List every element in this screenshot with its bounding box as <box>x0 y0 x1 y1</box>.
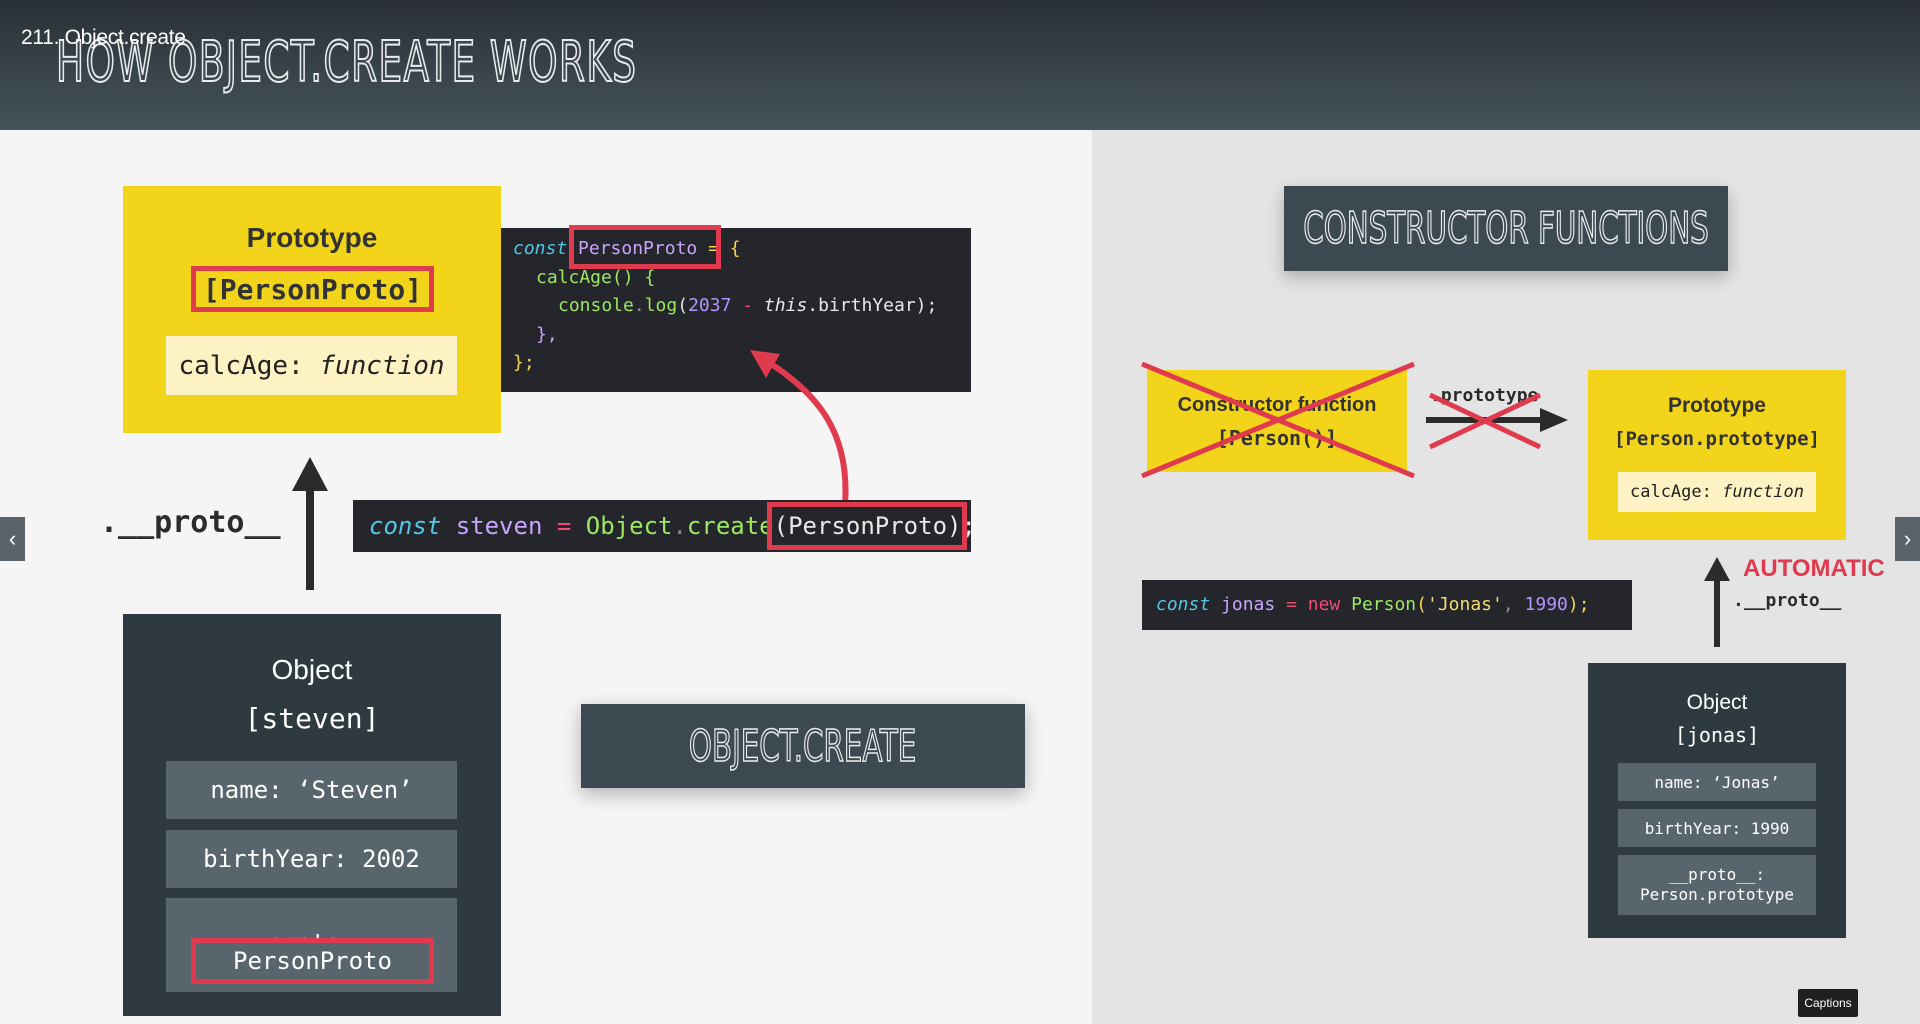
code-paren: ( <box>677 295 689 316</box>
proto-key: __proto__: <box>1668 865 1766 884</box>
code-new-line: const jonas = new Person('Jonas', 1990); <box>1156 594 1590 615</box>
code-object-create: const steven = Object.create(PersonProto… <box>353 500 976 552</box>
prototype-title: Prototype <box>1667 394 1766 417</box>
prev-slide-button[interactable]: ‹ <box>0 517 25 561</box>
chevron-right-icon: › <box>1903 526 1912 551</box>
code-method: log <box>644 295 678 316</box>
section-label-constructor: CONSTRUCTOR FUNCTIONS <box>1284 186 1728 271</box>
code-paren: ( <box>1416 594 1427 615</box>
proto-link-label-right: .__proto__ <box>1733 590 1842 611</box>
proto-value-highlight: PersonProto <box>191 938 434 984</box>
code-line-3: console.log(2037 - this.birthYear); <box>558 295 937 316</box>
code-comma: , <box>1502 594 1525 615</box>
code-block-personproto: const PersonProto = { calcAge() { consol… <box>501 225 971 392</box>
section-label-object-create: OBJECT.CREATE <box>581 704 1025 788</box>
method-key: calcAge: <box>1629 482 1712 502</box>
code-ctor: Person <box>1351 594 1417 615</box>
up-arrow-icon <box>1704 557 1730 647</box>
prototype-name: [PersonProto] <box>202 272 423 306</box>
cross-out-icon <box>1141 361 1415 479</box>
code-number: 2037 <box>688 295 732 316</box>
up-arrow-icon <box>292 457 328 590</box>
code-keyword: const <box>1156 594 1211 615</box>
code-string: 'Jonas' <box>1426 594 1503 615</box>
proto-link-label: .__proto__ <box>100 505 281 540</box>
prop-row-name: name: ‘Steven’ <box>166 761 457 819</box>
object-title: Object <box>271 654 353 685</box>
prop-row-name: name: ‘Jonas’ <box>1618 763 1816 801</box>
code-var: steven <box>455 512 543 540</box>
code-dot: . <box>672 512 687 540</box>
prototype-title: Prototype <box>246 222 378 253</box>
object-title: Object <box>1686 691 1748 714</box>
right-arrow-icon <box>1426 392 1568 450</box>
prop-row-proto: __proto__: Person.prototype <box>1618 855 1816 915</box>
prototype-box: Prototype [PersonProto] calcAge: functio… <box>123 186 501 433</box>
code-method: create <box>686 512 774 540</box>
code-line-5: }; <box>513 352 535 373</box>
code-new: new <box>1307 594 1341 615</box>
object-name: [jonas] <box>1674 723 1760 747</box>
prop-row-birthyear: birthYear: 1990 <box>1618 809 1816 847</box>
chevron-left-icon: ‹ <box>8 526 17 551</box>
video-title: 211. Object.create <box>21 26 186 49</box>
code-object: Object <box>585 512 673 540</box>
curved-arrow-icon <box>750 350 849 506</box>
proto-value: PersonProto <box>233 947 392 975</box>
code-this: this <box>763 295 808 316</box>
method-value: function <box>1722 482 1805 502</box>
section-label-text: OBJECT.CREATE <box>689 720 917 773</box>
method-value: function <box>319 350 445 381</box>
section-label-text: CONSTRUCTOR FUNCTIONS <box>1303 202 1710 255</box>
code-equals: = <box>556 512 572 540</box>
code-line-2: calcAge() { <box>536 267 656 288</box>
code-operator: - <box>731 295 764 316</box>
object-box-steven: Object [steven] name: ‘Steven’ birthYear… <box>123 614 501 1016</box>
create-arg-highlight <box>767 502 967 550</box>
prototype-method-row: calcAge: function <box>1618 472 1816 512</box>
code-fn: console <box>558 295 634 316</box>
code-dot: . <box>633 295 645 316</box>
prototype-name: [Person.prototype] <box>1614 428 1820 450</box>
code-paren-close: ); <box>915 295 938 316</box>
object-name: [steven] <box>244 702 380 735</box>
code-var: jonas <box>1221 594 1276 615</box>
code-keyword: const <box>369 512 442 540</box>
object-box-jonas: Object [jonas] name: ‘Jonas’ birthYear: … <box>1588 663 1846 938</box>
personproto-highlight <box>569 225 721 269</box>
prototype-method-row: calcAge: function <box>166 336 457 395</box>
code-equals: = <box>1286 594 1297 615</box>
method-key: calcAge: <box>178 350 304 381</box>
automatic-label: AUTOMATIC <box>1743 555 1885 582</box>
prop-row-birthyear: birthYear: 2002 <box>166 830 457 888</box>
code-new-person: const jonas = new Person('Jonas', 1990); <box>1142 580 1632 630</box>
code-paren-close: ); <box>1567 594 1590 615</box>
code-number: 1990 <box>1524 594 1568 615</box>
code-prop: .birthYear <box>807 295 916 316</box>
proto-value: Person.prototype <box>1639 885 1795 904</box>
code-keyword: const <box>513 238 568 259</box>
next-slide-button[interactable]: › <box>1895 517 1920 561</box>
prototype-name-highlight: [PersonProto] <box>191 266 434 312</box>
captions-button[interactable]: Captions <box>1798 989 1858 1017</box>
code-line-4: }, <box>536 324 558 345</box>
prototype-box-person: Prototype [Person.prototype] calcAge: fu… <box>1588 370 1846 540</box>
